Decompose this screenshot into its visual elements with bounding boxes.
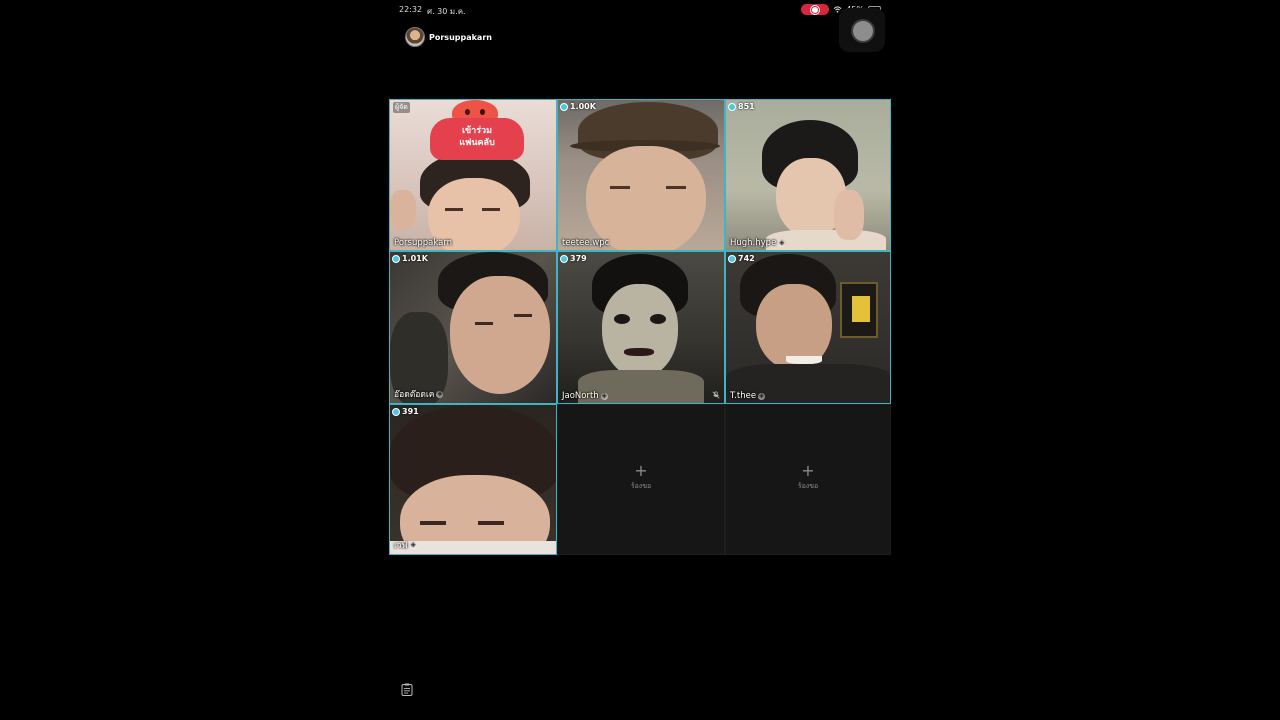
screen-record-icon[interactable] bbox=[801, 4, 830, 15]
status-bar: 22:32 ศ. 30 ม.ค. 45% bbox=[389, 3, 891, 17]
sticker-line1: เข้าร่วม bbox=[461, 126, 493, 136]
guest-name[interactable]: อ๊อดต๊อดเค + bbox=[394, 387, 444, 401]
viewer-count-value: 742 bbox=[738, 254, 755, 263]
mic-off-icon bbox=[712, 391, 720, 399]
guest-name[interactable]: teetee.wpc bbox=[562, 238, 609, 248]
guest-name-label: teetee.wpc bbox=[562, 238, 610, 248]
viewer-count: 379 bbox=[560, 254, 587, 263]
host-avatar[interactable] bbox=[405, 27, 425, 47]
viewer-count: 742 bbox=[728, 254, 755, 263]
guest-name[interactable]: Hugh.hype + bbox=[730, 238, 786, 248]
assistive-touch-icon bbox=[851, 19, 875, 43]
follow-plus-icon[interactable]: + bbox=[409, 541, 417, 549]
guest-video bbox=[726, 100, 890, 250]
guest-tile-host[interactable]: เข้าร่วม แฟนคลับ ผู้จัด Porsuppakarn bbox=[389, 99, 557, 251]
follow-plus-icon[interactable]: + bbox=[436, 390, 444, 398]
guest-tile[interactable]: 1.01K อ๊อดต๊อดเค + bbox=[389, 251, 557, 404]
viewer-icon bbox=[728, 254, 736, 263]
guest-video bbox=[390, 405, 556, 554]
empty-guest-slot[interactable]: + ร้องขอ bbox=[725, 404, 891, 555]
guest-name-label: Hugh.hype bbox=[730, 238, 777, 248]
viewer-icon bbox=[560, 254, 568, 263]
viewer-icon bbox=[392, 254, 400, 263]
status-time: 22:32 bbox=[399, 5, 423, 14]
guest-name[interactable]: เวฟ + bbox=[394, 538, 417, 552]
guest-video bbox=[558, 252, 724, 403]
viewer-count-value: 1.00K bbox=[570, 102, 596, 111]
guest-video bbox=[558, 100, 724, 250]
guest-tile[interactable]: 742 T.thee + bbox=[725, 251, 891, 404]
guest-name-label: Porsuppakarn bbox=[394, 238, 453, 248]
guest-video bbox=[726, 252, 890, 403]
host-tag: ผู้จัด bbox=[393, 102, 410, 113]
viewer-count: 1.00K bbox=[560, 102, 596, 111]
guest-tile[interactable]: 1.00K teetee.wpc bbox=[557, 99, 725, 251]
clipboard-icon[interactable] bbox=[401, 683, 413, 696]
viewer-count-value: 391 bbox=[402, 407, 419, 416]
viewer-count: 1.01K bbox=[392, 254, 428, 263]
guest-name-label: JaoNorth bbox=[562, 391, 599, 401]
join-fanclub-sticker[interactable]: เข้าร่วม แฟนคลับ bbox=[430, 118, 524, 160]
guest-name[interactable]: T.thee + bbox=[730, 391, 766, 401]
viewer-count-value: 1.01K bbox=[402, 254, 428, 263]
empty-guest-slot[interactable]: + ร้องขอ bbox=[557, 404, 725, 555]
follow-plus-icon[interactable]: + bbox=[758, 392, 766, 400]
viewer-icon bbox=[728, 102, 736, 111]
assistive-touch-button[interactable] bbox=[839, 8, 885, 52]
request-slot[interactable]: + ร้องขอ bbox=[726, 463, 890, 492]
viewer-count: 391 bbox=[392, 407, 419, 416]
host-name[interactable]: Porsuppakarn bbox=[429, 33, 492, 42]
guest-name-label: T.thee bbox=[730, 391, 757, 401]
guest-video bbox=[390, 252, 556, 403]
guest-tile[interactable]: 391 เวฟ + bbox=[389, 404, 557, 555]
status-date: ศ. 30 ม.ค. bbox=[427, 7, 466, 16]
follow-plus-icon[interactable]: + bbox=[600, 392, 608, 400]
add-guest-icon: + bbox=[801, 461, 815, 480]
request-label: ร้องขอ bbox=[797, 482, 819, 490]
add-guest-icon: + bbox=[634, 461, 648, 480]
guest-name[interactable]: JaoNorth + bbox=[562, 391, 608, 401]
guest-tile[interactable]: 851 Hugh.hype + bbox=[725, 99, 891, 251]
request-label: ร้องขอ bbox=[630, 482, 652, 490]
host-header[interactable]: Porsuppakarn bbox=[405, 27, 492, 47]
follow-plus-icon[interactable]: + bbox=[778, 239, 786, 247]
viewer-icon bbox=[392, 407, 400, 416]
viewer-count-value: 851 bbox=[738, 102, 755, 111]
viewer-icon bbox=[560, 102, 568, 111]
request-slot[interactable]: + ร้องขอ bbox=[558, 463, 724, 492]
live-screen: 22:32 ศ. 30 ม.ค. 45% Porsuppakarn bbox=[389, 0, 891, 720]
multi-guest-grid: เข้าร่วม แฟนคลับ ผู้จัด Porsuppakarn 1.0… bbox=[389, 99, 891, 555]
sticker-line2: แฟนคลับ bbox=[459, 138, 495, 148]
guest-name-label: อ๊อดต๊อดเค bbox=[394, 390, 435, 400]
guest-name-label: เวฟ bbox=[394, 541, 408, 551]
guest-name[interactable]: Porsuppakarn bbox=[394, 238, 452, 248]
viewer-count-value: 379 bbox=[570, 254, 587, 263]
guest-tile[interactable]: 379 JaoNorth + bbox=[557, 251, 725, 404]
viewer-count: 851 bbox=[728, 102, 755, 111]
